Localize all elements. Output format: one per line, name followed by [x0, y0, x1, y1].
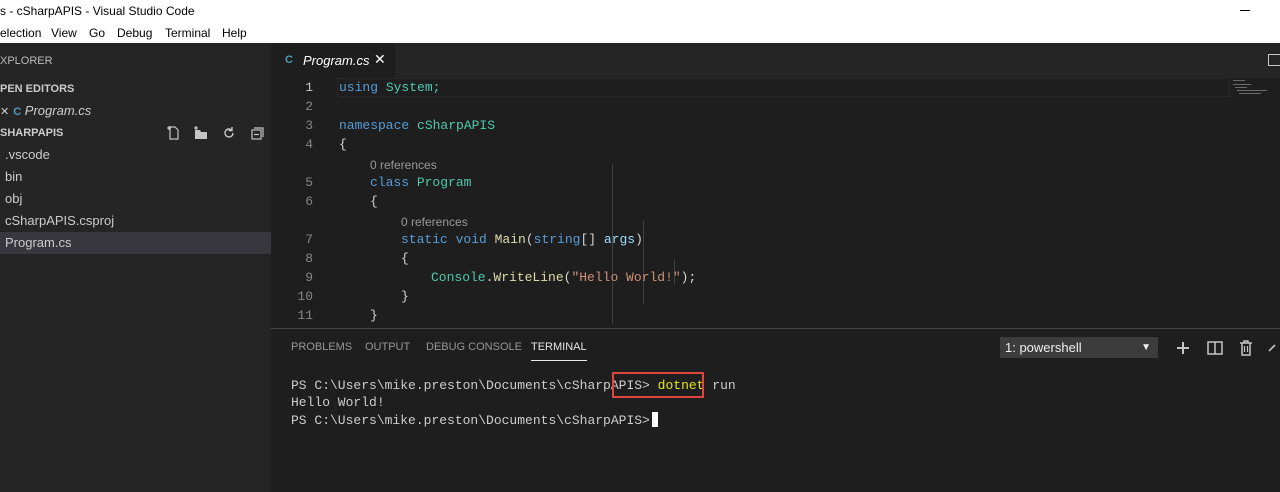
code-line-6: {: [370, 194, 378, 209]
terminal-line-2: Hello World!: [291, 395, 385, 410]
csharp-file-icon: C: [285, 54, 293, 66]
menu-item-help[interactable]: Help: [222, 26, 247, 40]
line-number: 6: [305, 194, 313, 209]
open-editor-label: Program.cs: [24, 103, 92, 118]
new-file-icon[interactable]: [166, 125, 182, 141]
line-number: 8: [305, 251, 313, 266]
close-tab-icon[interactable]: ✕: [374, 51, 386, 68]
terminal-selector-value: 1: powershell: [1005, 340, 1082, 355]
current-line-highlight: [337, 78, 1230, 97]
tab-debug-console[interactable]: DEBUG CONSOLE: [426, 341, 522, 353]
window-title: s - cSharpAPIS - Visual Studio Code: [0, 4, 195, 18]
line-number: 3: [305, 118, 313, 133]
collapse-all-icon[interactable]: [249, 125, 265, 141]
command-highlight-box: [612, 372, 704, 398]
open-editor-item[interactable]: ✕ C Program.cs: [0, 100, 271, 122]
line-number: 1: [305, 80, 313, 95]
minimize-button[interactable]: [1238, 0, 1254, 22]
codelens-references[interactable]: 0 references: [401, 215, 468, 229]
line-number: 11: [297, 308, 313, 323]
menu-bar: election View Go Debug Terminal Help: [0, 23, 1280, 43]
file-item-vscode[interactable]: .vscode: [0, 144, 271, 166]
code-line-10: }: [401, 289, 409, 304]
code-line-1: using System;: [339, 80, 441, 95]
indent-guide: [643, 221, 644, 304]
tab-label: Program.cs: [303, 53, 370, 68]
editor-tab-bar: C Program.cs ✕: [271, 43, 1280, 78]
csharp-file-icon: C: [13, 106, 22, 118]
menu-item-debug[interactable]: Debug: [117, 26, 152, 40]
tab-problems[interactable]: PROBLEMS: [291, 341, 352, 353]
menu-item-selection[interactable]: election: [0, 26, 41, 40]
code-editor[interactable]: 1 2 3 4 5 6 7 8 9 10 11 using System; na…: [271, 78, 1280, 328]
line-number: 2: [305, 99, 313, 114]
line-number: 9: [305, 270, 313, 285]
code-line-7: static void Main(string[] args): [401, 232, 643, 247]
chevron-down-icon: ▼: [1141, 342, 1151, 353]
title-bar: s - cSharpAPIS - Visual Studio Code: [0, 0, 1280, 23]
line-number: 10: [297, 289, 313, 304]
code-line-5: class Program: [370, 175, 472, 190]
split-editor-icon[interactable]: [1268, 54, 1280, 66]
menu-item-terminal[interactable]: Terminal: [165, 26, 210, 40]
menu-item-go[interactable]: Go: [89, 26, 105, 40]
terminal-line-3[interactable]: PS C:\Users\mike.preston\Documents\cShar…: [291, 412, 658, 428]
split-terminal-icon[interactable]: [1206, 339, 1224, 357]
code-line-11: }: [370, 308, 378, 323]
refresh-icon[interactable]: [221, 125, 237, 141]
tab-terminal[interactable]: TERMINAL: [531, 341, 587, 361]
file-item-bin[interactable]: bin: [0, 166, 271, 188]
file-item-obj[interactable]: obj: [0, 188, 271, 210]
tab-output[interactable]: OUTPUT: [365, 341, 410, 353]
plus-icon[interactable]: [1174, 339, 1192, 357]
trash-icon[interactable]: [1237, 339, 1255, 357]
terminal-cursor: [651, 412, 658, 427]
line-number: 7: [305, 232, 313, 247]
code-line-3: namespace cSharpAPIS: [339, 118, 496, 133]
terminal-selector[interactable]: 1: powershell ▼: [1000, 337, 1158, 358]
codelens-references[interactable]: 0 references: [370, 158, 437, 172]
tab-program-cs[interactable]: C Program.cs ✕: [271, 43, 395, 78]
explorer-sidebar: XPLORER PEN EDITORS ✕ C Program.cs SHARPA…: [0, 43, 271, 492]
file-item-csproj[interactable]: cSharpAPIS.csproj: [0, 210, 271, 232]
code-line-4: {: [339, 137, 347, 152]
code-line-9: Console.WriteLine("Hello World!");: [431, 270, 697, 285]
line-number: 5: [305, 175, 313, 190]
code-line-8: {: [401, 251, 409, 266]
file-item-program-cs[interactable]: Program.cs: [0, 232, 271, 254]
bottom-panel: PROBLEMS OUTPUT DEBUG CONSOLE TERMINAL 1…: [271, 328, 1280, 492]
open-editors-section[interactable]: PEN EDITORS: [0, 83, 74, 95]
folder-section-csharpapis[interactable]: SHARPAPIS: [0, 127, 63, 139]
new-folder-icon[interactable]: [193, 125, 209, 141]
line-number: 4: [305, 137, 313, 152]
explorer-header: XPLORER: [0, 55, 53, 67]
minimap[interactable]: [1231, 78, 1280, 98]
chevron-up-icon[interactable]: [1267, 339, 1280, 357]
menu-item-view[interactable]: View: [51, 26, 77, 40]
